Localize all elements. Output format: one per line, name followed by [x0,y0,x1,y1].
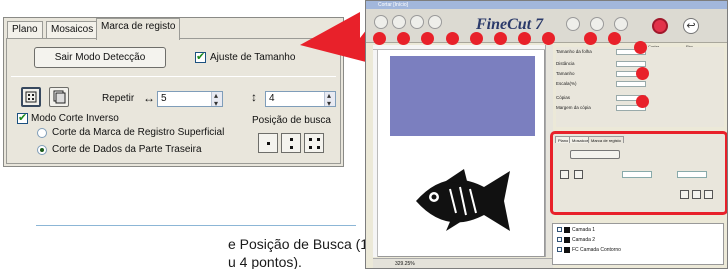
search-position-label: Posição de busca [252,115,331,126]
vertical-arrow-icon: ↕ [251,90,257,104]
grid-detect-icon[interactable] [21,87,41,107]
prop-distance-label: Distância [556,61,575,66]
finecut-window: Cortar [Início] FineCut 7 ↩ Cortar... Fi… [365,0,728,269]
toolbar-button-2-icon[interactable] [392,15,406,29]
divider [11,76,336,77]
search-2-points-button[interactable] [281,133,301,153]
cut-start-icon[interactable] [652,18,668,34]
highlight-dot [421,32,434,45]
property-panel: Tamanho da folha Distância Tamanho Escal… [556,47,724,127]
separator-line [36,225,356,226]
registration-mark-dialog: Plano Mosaicos Marca de registo Sair Mod… [3,17,344,167]
body-text-line-2: u 4 pontos). [228,254,302,269]
horizontal-repeat-input[interactable]: 5 [157,89,223,111]
highlight-dot [518,32,531,45]
inverse-cut-label: Modo Corte Inverso [31,113,119,124]
highlight-dot [446,32,459,45]
layer-row-1[interactable]: Camada 1 [557,226,717,234]
toolbar-button-4-icon[interactable] [428,15,442,29]
exit-detection-mode-button[interactable]: Sair Modo Detecção [34,47,166,68]
window-title: Cortar [Início] [366,1,727,9]
repeat-label: Repetir [102,93,135,104]
layer-row-2[interactable]: Camada 2 [557,236,717,244]
prop-sheet-size-label: Tamanho da folha [556,49,592,54]
horizontal-arrow-icon: ↔ [143,91,155,105]
layer-list: Camada 1 Camada 2 FC Camada Contorno [552,223,724,265]
toolbar-button-1-icon[interactable] [374,15,388,29]
prop-scale-field[interactable] [616,81,646,87]
toolbar-button-3-icon[interactable] [410,15,424,29]
highlight-dot [636,95,649,108]
radio-surface-mark-label: Corte da Marca de Registro Superficial [52,127,225,138]
highlight-dot [373,32,386,45]
copy-layout-icon[interactable] [49,87,69,107]
highlight-frame [550,131,727,215]
toolbar-button-7-icon[interactable] [614,17,628,31]
prop-size-label: Tamanho [556,71,575,76]
layer-row-3[interactable]: FC Camada Contorno [557,246,717,254]
prop-scale-label: Escala(%) [556,81,577,86]
prop-copy-margin-label: Margem da cópia [556,105,591,110]
search-4-points-button[interactable] [304,133,324,153]
status-bar: 329.25% [373,258,553,268]
highlight-dot [397,32,410,45]
inverse-cut-checkbox[interactable] [17,111,28,124]
tab-mosaicos[interactable]: Mosaicos [46,21,99,39]
highlight-dot [608,32,621,45]
left-ruler [373,50,378,257]
highlight-dot [494,32,507,45]
prop-copies-label: Cópias [556,95,571,100]
highlight-dot [634,41,647,54]
exit-icon[interactable]: ↩ [683,18,699,34]
resize-label: Ajuste de Tamanho [210,52,296,63]
finecut-logo: FineCut 7 [476,16,544,33]
highlight-dot [584,32,597,45]
search-1-point-button[interactable] [258,133,278,153]
highlight-dot [470,32,483,45]
highlight-dot [542,32,555,45]
top-ruler [373,45,545,50]
tab-plano[interactable]: Plano [7,21,43,39]
sheet-area [390,56,535,136]
fish-artwork-icon [416,169,510,231]
resize-checkbox[interactable] [195,50,206,63]
tab-marca-de-registo[interactable]: Marca de registo [96,18,181,40]
toolbar-button-6-icon[interactable] [590,17,604,31]
zoom-level: 329.25% [395,261,415,267]
registration-mark-panel: Sair Modo Detecção Ajuste de Tamanho Rep… [6,38,341,164]
highlight-dot [636,67,649,80]
toolbar-button-5-icon[interactable] [566,17,580,31]
radio-surface-mark[interactable] [37,128,47,138]
radio-backside-data-label: Corte de Dados da Parte Traseira [52,144,202,155]
radio-backside-data[interactable] [37,145,47,155]
